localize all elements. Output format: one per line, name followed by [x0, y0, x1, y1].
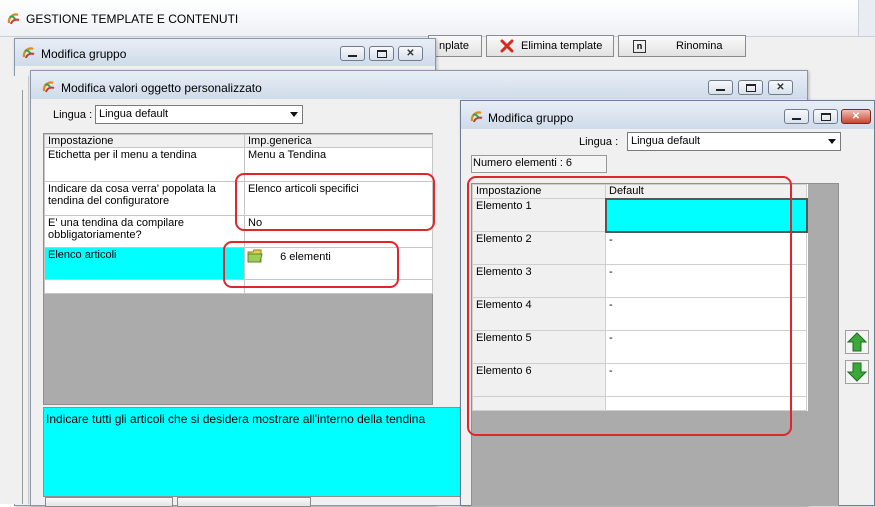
- template-button[interactable]: nplate: [428, 35, 482, 57]
- description-box: Indicare tutti gli articoli che si desid…: [43, 407, 465, 497]
- arrow-down-icon: [846, 362, 868, 382]
- setting-cell: Elenco articoli: [44, 247, 245, 280]
- bottom-button[interactable]: [45, 497, 173, 507]
- setting-cell: Indicare da cosa verra' popolata la tend…: [44, 181, 245, 216]
- column-header: Imp.generica: [244, 134, 433, 148]
- close-icon: ✕: [851, 110, 861, 122]
- bottom-button[interactable]: [177, 497, 311, 507]
- minimize-button[interactable]: [340, 46, 365, 61]
- group-dialog-back-titlebar: Modifica gruppo ✕: [15, 39, 435, 66]
- description-text: Indicare tutti gli articoli che si desid…: [46, 412, 426, 426]
- rename-button[interactable]: n Rinomina: [618, 35, 746, 57]
- maximize-button[interactable]: [813, 109, 838, 124]
- window-edge: [858, 0, 875, 36]
- group-dialog-front-title: Modifica gruppo: [488, 111, 574, 125]
- language-label: Lingua :: [579, 136, 619, 148]
- main-title: GESTIONE TEMPLATE E CONTENUTI: [26, 12, 239, 26]
- language-label: Lingua :: [53, 109, 93, 121]
- main-titlebar: GESTIONE TEMPLATE E CONTENUTI: [0, 0, 875, 37]
- move-down-button[interactable]: [845, 360, 869, 384]
- table-header: Impostazione Imp.generica: [44, 134, 433, 148]
- edit-values-title: Modifica valori oggetto personalizzato: [61, 81, 262, 95]
- group-dialog-front-titlebar: Modifica gruppo ✕: [461, 101, 874, 129]
- move-up-button[interactable]: [845, 330, 869, 354]
- language-select[interactable]: Lingua default: [627, 132, 841, 151]
- language-select-value: Lingua default: [99, 108, 169, 120]
- setting-cell: Etichetta per il menu a tendina: [44, 147, 245, 182]
- app-swirl-icon: [42, 81, 55, 93]
- language-select[interactable]: Lingua default: [95, 105, 303, 124]
- annotation-box: [235, 173, 435, 231]
- setting-cell: E' una tendina da compilare obbligatoria…: [44, 215, 245, 248]
- rename-n-icon: n: [633, 39, 646, 53]
- annotation-box: [223, 241, 399, 288]
- rename-label: Rinomina: [676, 40, 723, 52]
- chevron-down-icon: [290, 112, 298, 117]
- arrow-up-icon: [846, 332, 868, 352]
- group-dialog-back-title: Modifica gruppo: [41, 47, 127, 61]
- app-swirl-icon: [22, 47, 35, 59]
- close-icon: ✕: [406, 47, 415, 59]
- template-button-label: nplate: [439, 40, 469, 52]
- element-count-box: Numero elementi : 6: [471, 155, 607, 173]
- maximize-button[interactable]: [738, 80, 763, 95]
- minimize-button[interactable]: [784, 109, 809, 124]
- underlying-frame-line: [22, 90, 29, 504]
- close-button[interactable]: ✕: [398, 46, 423, 61]
- app-swirl-icon: [470, 111, 483, 123]
- element-count-label: Numero elementi : 6: [473, 157, 573, 169]
- minimize-button[interactable]: [708, 80, 733, 95]
- annotation-box: [467, 176, 792, 436]
- delete-template-label: Elimina template: [521, 40, 603, 52]
- column-header: Impostazione: [44, 134, 245, 148]
- edit-values-titlebar: Modifica valori oggetto personalizzato ✕: [31, 71, 807, 99]
- chevron-down-icon: [828, 139, 836, 144]
- delete-x-icon: [500, 39, 514, 53]
- app-swirl-icon: [7, 13, 20, 25]
- maximize-button[interactable]: [369, 46, 394, 61]
- close-button[interactable]: ✕: [768, 80, 793, 95]
- close-button[interactable]: ✕: [841, 109, 871, 124]
- language-select-value: Lingua default: [631, 135, 701, 147]
- delete-template-button[interactable]: Elimina template: [486, 35, 614, 57]
- empty-cell: [44, 279, 245, 294]
- close-icon: ✕: [776, 81, 785, 93]
